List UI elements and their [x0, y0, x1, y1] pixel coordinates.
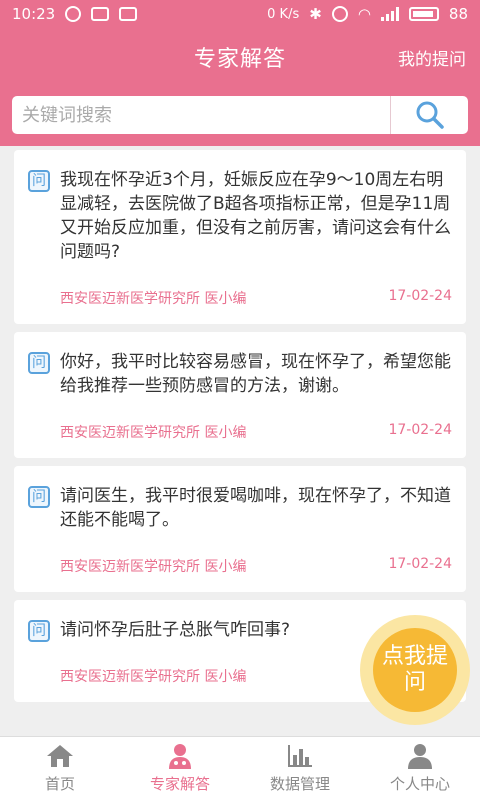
question-text: 请问医生，我平时很爱喝咖啡，现在怀孕了，不知道还能不能喝了。 — [60, 486, 451, 530]
tab-expert-answers[interactable]: 专家解答 — [120, 737, 240, 800]
ask-question-button[interactable]: 点我提问 — [360, 615, 470, 725]
tab-profile-label: 个人中心 — [389, 775, 450, 793]
question-card[interactable]: 问 我现在怀孕近3个月，妊娠反应在孕9～10周左右明显减轻，去医院做了B超各项指… — [14, 150, 466, 324]
my-questions-link[interactable]: 我的提问 — [398, 45, 466, 70]
question-source: 西安医迈新医学研究所 医小编 — [60, 559, 247, 575]
search-box — [12, 96, 468, 134]
search-bar — [0, 86, 480, 146]
alarm-icon — [331, 6, 348, 22]
wifi-icon: ◠ — [357, 5, 371, 23]
network-speed: 0 K/s — [267, 6, 300, 22]
question-source: 西安医迈新医学研究所 医小编 — [60, 291, 247, 307]
doctor-icon — [169, 744, 191, 769]
question-card[interactable]: 问 你好，我平时比较容易感冒，现在怀孕了，希望您能给我推荐一些预防感冒的方法，谢… — [14, 332, 466, 458]
question-icon: 问 — [28, 352, 50, 374]
status-time: 10:23 — [12, 5, 56, 23]
message-notification-icon — [91, 7, 110, 21]
status-bar: 10:23 0 K/s ✱ ◠ 88 — [0, 0, 480, 28]
question-icon: 问 — [28, 170, 50, 192]
bar-chart-icon — [288, 745, 312, 767]
tab-data-management[interactable]: 数据管理 — [240, 737, 360, 800]
question-text: 你好，我平时比较容易感冒，现在怀孕了，希望您能给我推荐一些预防感冒的方法，谢谢。 — [60, 352, 451, 396]
question-date: 17-02-24 — [388, 556, 452, 572]
tab-profile[interactable]: 个人中心 — [360, 737, 480, 800]
ask-question-label: 点我提问 — [373, 628, 457, 712]
question-source: 西安医迈新医学研究所 医小编 — [60, 669, 247, 685]
battery-icon — [408, 7, 439, 21]
image-notification-icon — [119, 7, 138, 21]
tab-home[interactable]: 首页 — [0, 737, 120, 800]
tab-data-management-label: 数据管理 — [269, 775, 330, 793]
search-icon — [416, 101, 444, 129]
battery-level: 88 — [448, 5, 468, 23]
question-text: 请问怀孕后肚子总胀气咋回事? — [60, 620, 291, 640]
search-button[interactable] — [390, 96, 468, 134]
tab-home-label: 首页 — [44, 775, 75, 793]
question-text: 我现在怀孕近3个月，妊娠反应在孕9～10周左右明显减轻，去医院做了B超各项指标正… — [60, 170, 451, 262]
question-card[interactable]: 问 请问医生，我平时很爱喝咖啡，现在怀孕了，不知道还能不能喝了。 西安医迈新医学… — [14, 466, 466, 592]
question-icon: 问 — [28, 620, 50, 642]
tab-expert-answers-label: 专家解答 — [149, 775, 210, 793]
bluetooth-icon: ✱ — [309, 5, 322, 23]
app-notification-icon — [65, 6, 82, 22]
signal-icon — [380, 7, 399, 21]
bottom-tab-bar: 首页 专家解答 数据管理 个人中心 — [0, 736, 480, 800]
question-date: 17-02-24 — [388, 422, 452, 438]
question-source: 西安医迈新医学研究所 医小编 — [60, 425, 247, 441]
app-header: 专家解答 我的提问 — [0, 28, 480, 86]
user-icon — [408, 744, 432, 769]
search-input[interactable] — [12, 96, 390, 134]
question-date: 17-02-24 — [388, 288, 452, 304]
page-title: 专家解答 — [193, 47, 286, 72]
home-icon — [47, 745, 73, 767]
question-icon: 问 — [28, 486, 50, 508]
